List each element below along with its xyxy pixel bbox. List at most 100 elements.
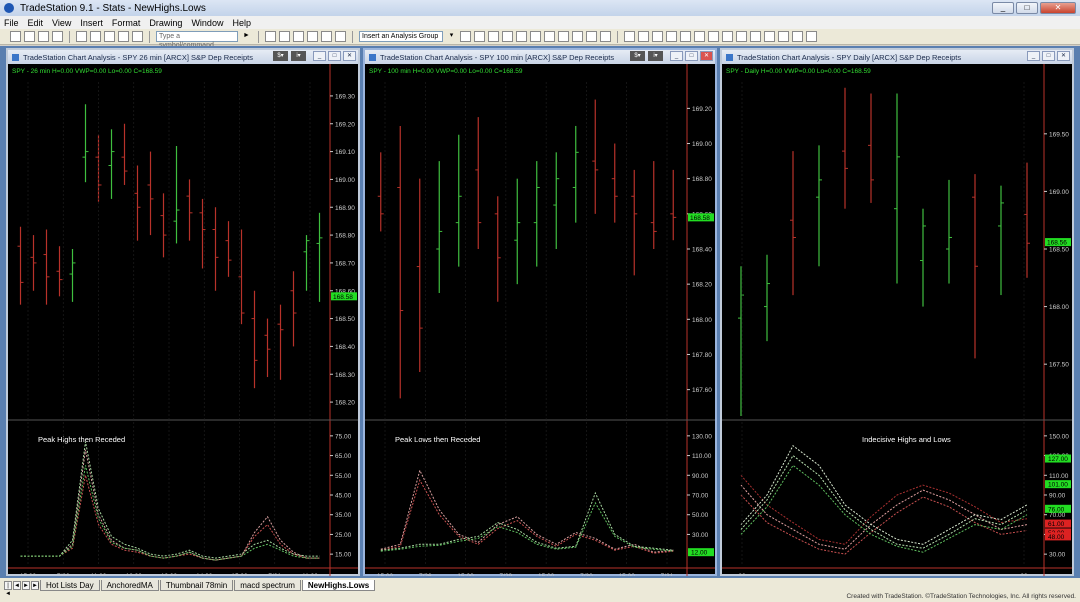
window-title: TradeStation 9.1 - Stats - NewHighs.Lows [20, 2, 206, 14]
analysis-group-select[interactable]: Insert an Analysis Group [359, 31, 443, 42]
chart-plot-area[interactable]: SPY - 26 min H=0.00 VWP=0.00 Lo=0.00 C=1… [8, 64, 358, 576]
new-icon[interactable] [10, 31, 21, 42]
horizontal-line-icon[interactable] [694, 31, 705, 42]
strategy-icon[interactable] [474, 31, 485, 42]
flag-icon[interactable] [586, 31, 597, 42]
paintbar-icon[interactable] [488, 31, 499, 42]
maximize-button[interactable]: □ [1016, 2, 1038, 14]
chart-window-titlebar[interactable]: TradeStation Chart Analysis - SPY Daily … [722, 50, 1072, 64]
tab-newhighs-lows[interactable]: NewHighs.Lows [301, 580, 376, 591]
chart-minimize-button[interactable]: _ [313, 51, 326, 61]
open-icon[interactable] [24, 31, 35, 42]
hammer-icon[interactable] [792, 31, 803, 42]
text-tool-icon[interactable] [736, 31, 747, 42]
news-icon[interactable] [335, 31, 346, 42]
tools-icon[interactable] [778, 31, 789, 42]
chart-window-icon [12, 53, 19, 61]
info-dropdown-icon[interactable]: i▾ [291, 51, 306, 61]
tab-anchoredma[interactable]: AnchoredMA [100, 580, 159, 591]
activity-icon[interactable] [516, 31, 527, 42]
symbol-input[interactable]: Type a symbol/command... [156, 31, 238, 49]
indicator-tick-label: 55.00 [335, 473, 352, 480]
price-bar [108, 129, 115, 199]
redo-icon[interactable] [132, 31, 143, 42]
chart-window-2[interactable]: TradeStation Chart Analysis - SPY 100 mi… [363, 48, 717, 576]
time-tick-label: 15:00 [619, 573, 636, 576]
style-dropdown-icon[interactable]: $▾ [273, 51, 288, 61]
showme-icon[interactable] [502, 31, 513, 42]
price-tick-label: 168.90 [335, 205, 355, 212]
time-tick-label: 15:00 [457, 573, 474, 576]
chart-window-titlebar[interactable]: TradeStation Chart Analysis - SPY 26 min… [8, 50, 358, 64]
paste-icon[interactable] [104, 31, 115, 42]
vertical-line-icon[interactable] [708, 31, 719, 42]
tab-prev-icon[interactable]: ◄ [13, 581, 21, 590]
time-tick-label: 7/31 [268, 573, 281, 576]
undo-icon[interactable] [118, 31, 129, 42]
menu-drawing[interactable]: Drawing [149, 18, 182, 28]
probability-icon[interactable] [530, 31, 541, 42]
style-dropdown-icon[interactable]: $▾ [630, 51, 645, 61]
radar-icon[interactable] [279, 31, 290, 42]
menu-insert[interactable]: Insert [80, 18, 103, 28]
menu-window[interactable]: Window [191, 18, 223, 28]
close-button[interactable]: ✕ [1040, 2, 1076, 14]
chart-icon[interactable] [265, 31, 276, 42]
chart-plot-area[interactable]: SPY - 100 min H=0.00 VWP=0.00 Lo=0.00 C=… [365, 64, 715, 576]
menu-help[interactable]: Help [232, 18, 251, 28]
alert-icon[interactable] [544, 31, 555, 42]
copy-icon[interactable] [90, 31, 101, 42]
chart-plot-area[interactable]: SPY - Daily H=0.00 VWP=0.00 Lo=0.00 C=16… [722, 64, 1072, 576]
chart-window-3[interactable]: TradeStation Chart Analysis - SPY Daily … [720, 48, 1074, 576]
bar-style-icon[interactable] [558, 31, 569, 42]
grid-toggle-icon[interactable] [764, 31, 775, 42]
chevron-down-icon[interactable]: ▾ [446, 31, 457, 42]
chart-maximize-button[interactable]: □ [685, 51, 698, 61]
info-dropdown-icon[interactable]: i▾ [648, 51, 663, 61]
indicator-icon[interactable] [460, 31, 471, 42]
tab-hot-lists-day[interactable]: Hot Lists Day [40, 580, 100, 591]
matrix-icon[interactable] [293, 31, 304, 42]
zoom-out-icon[interactable] [638, 31, 649, 42]
pointer-icon[interactable] [652, 31, 663, 42]
pattern-icon[interactable] [600, 31, 611, 42]
menu-file[interactable]: File [4, 18, 19, 28]
save-icon[interactable] [38, 31, 49, 42]
menu-view[interactable]: View [52, 18, 71, 28]
tab-macd-spectrum[interactable]: macd spectrum [234, 580, 301, 591]
tab-last-icon[interactable]: ►| [31, 581, 40, 590]
chart-window-controls: _ □ ✕ [1027, 51, 1070, 61]
menu-bar: File Edit View Insert Format Drawing Win… [0, 16, 1080, 29]
chart-window-1[interactable]: TradeStation Chart Analysis - SPY 26 min… [6, 48, 360, 576]
tab-thumbnail-78min[interactable]: Thumbnail 78min [159, 580, 234, 591]
price-bar [894, 93, 900, 284]
menu-edit[interactable]: Edit [28, 18, 44, 28]
chart-maximize-button[interactable]: □ [1042, 51, 1055, 61]
minimize-button[interactable]: _ [992, 2, 1014, 14]
color-palette-icon[interactable] [750, 31, 761, 42]
go-arrow-icon[interactable]: ► [241, 31, 252, 42]
zoom-in-icon[interactable] [624, 31, 635, 42]
status-line: SPY - 100 min H=0.00 VWP=0.00 Lo=0.00 C=… [369, 68, 523, 75]
trendline-icon[interactable] [680, 31, 691, 42]
fib-icon[interactable] [722, 31, 733, 42]
price-bar [946, 179, 952, 284]
chart-minimize-button[interactable]: _ [670, 51, 683, 61]
extra-icon[interactable] [806, 31, 817, 42]
tab-first-icon[interactable]: |◄ [4, 581, 12, 597]
chart-minimize-button[interactable]: _ [1027, 51, 1040, 61]
tab-next-icon[interactable]: ► [22, 581, 30, 590]
crosshair-icon[interactable] [666, 31, 677, 42]
chart-window-titlebar[interactable]: TradeStation Chart Analysis - SPY 100 mi… [365, 50, 715, 64]
price-tick-label: 168.50 [335, 316, 355, 323]
grid-icon[interactable] [307, 31, 318, 42]
scanner-icon[interactable] [321, 31, 332, 42]
chart-close-button[interactable]: ✕ [700, 51, 713, 61]
chart-close-button[interactable]: ✕ [343, 51, 356, 61]
cut-icon[interactable] [76, 31, 87, 42]
candle-style-icon[interactable] [572, 31, 583, 42]
menu-format[interactable]: Format [112, 18, 141, 28]
print-icon[interactable] [52, 31, 63, 42]
chart-close-button[interactable]: ✕ [1057, 51, 1070, 61]
chart-maximize-button[interactable]: □ [328, 51, 341, 61]
